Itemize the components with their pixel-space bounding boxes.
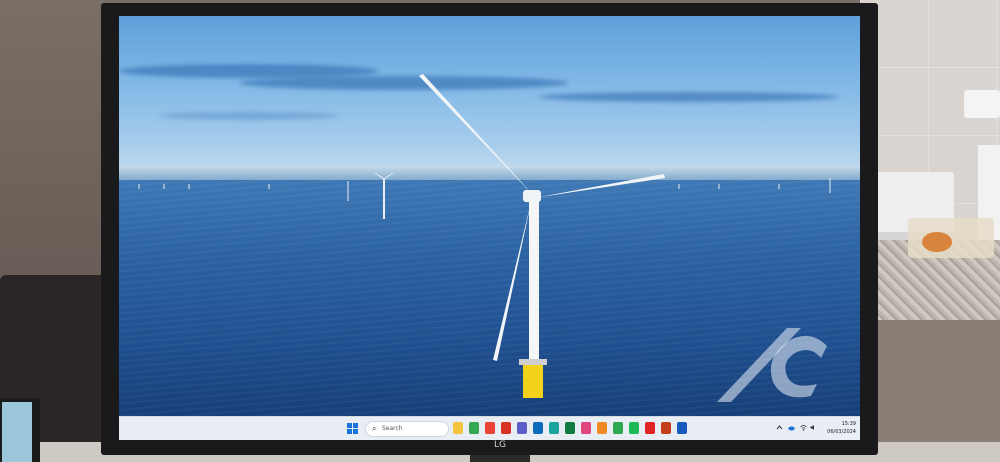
wall-socket bbox=[964, 90, 1000, 118]
food-container bbox=[908, 218, 994, 258]
speaker-icon[interactable] bbox=[810, 424, 817, 431]
main-turbine bbox=[419, 74, 665, 398]
start-button[interactable] bbox=[347, 423, 359, 435]
browser-icon[interactable] bbox=[469, 422, 479, 434]
app-green-icon[interactable] bbox=[613, 422, 623, 434]
monitor-brand-logo: LG bbox=[494, 440, 506, 450]
chrome-icon[interactable] bbox=[485, 422, 495, 434]
search-icon: ⌕ bbox=[372, 424, 377, 433]
app-pink-icon[interactable] bbox=[581, 422, 591, 434]
mail-icon[interactable] bbox=[501, 422, 511, 434]
spotify-icon[interactable] bbox=[629, 422, 639, 434]
company-logo-watermark bbox=[717, 328, 827, 402]
distant-turbines bbox=[138, 172, 831, 219]
wifi-icon[interactable] bbox=[800, 424, 807, 431]
file-explorer-icon[interactable] bbox=[453, 422, 463, 434]
taskbar-clock[interactable]: 15:39 06/03/2024 bbox=[826, 420, 856, 436]
clock-date: 06/03/2024 bbox=[827, 429, 856, 435]
monitor-stand bbox=[470, 455, 530, 462]
powerpoint-icon[interactable] bbox=[661, 422, 671, 434]
taskbar-search-box[interactable]: ⌕ Search bbox=[365, 421, 449, 437]
word-icon[interactable] bbox=[677, 422, 687, 434]
monitor-screen: ⌕ Search 15:39 06/03/2024 bbox=[119, 16, 860, 440]
teams-icon[interactable] bbox=[517, 422, 527, 434]
excel-icon[interactable] bbox=[565, 422, 575, 434]
app-orange-icon[interactable] bbox=[597, 422, 607, 434]
counter-cabinet bbox=[860, 300, 1000, 462]
search-placeholder: Search bbox=[382, 425, 403, 432]
outlook-icon[interactable] bbox=[533, 422, 543, 434]
chevron-up-icon[interactable] bbox=[776, 424, 783, 431]
windows-taskbar: ⌕ Search 15:39 06/03/2024 bbox=[119, 416, 860, 440]
photo-scene: ⌕ Search 15:39 06/03/2024 LG bbox=[0, 0, 1000, 462]
acrobat-icon[interactable] bbox=[645, 422, 655, 434]
cloud-icon[interactable] bbox=[788, 424, 795, 431]
laptop bbox=[0, 398, 40, 462]
edge-icon[interactable] bbox=[549, 422, 559, 434]
clock-time: 15:39 bbox=[841, 421, 856, 427]
